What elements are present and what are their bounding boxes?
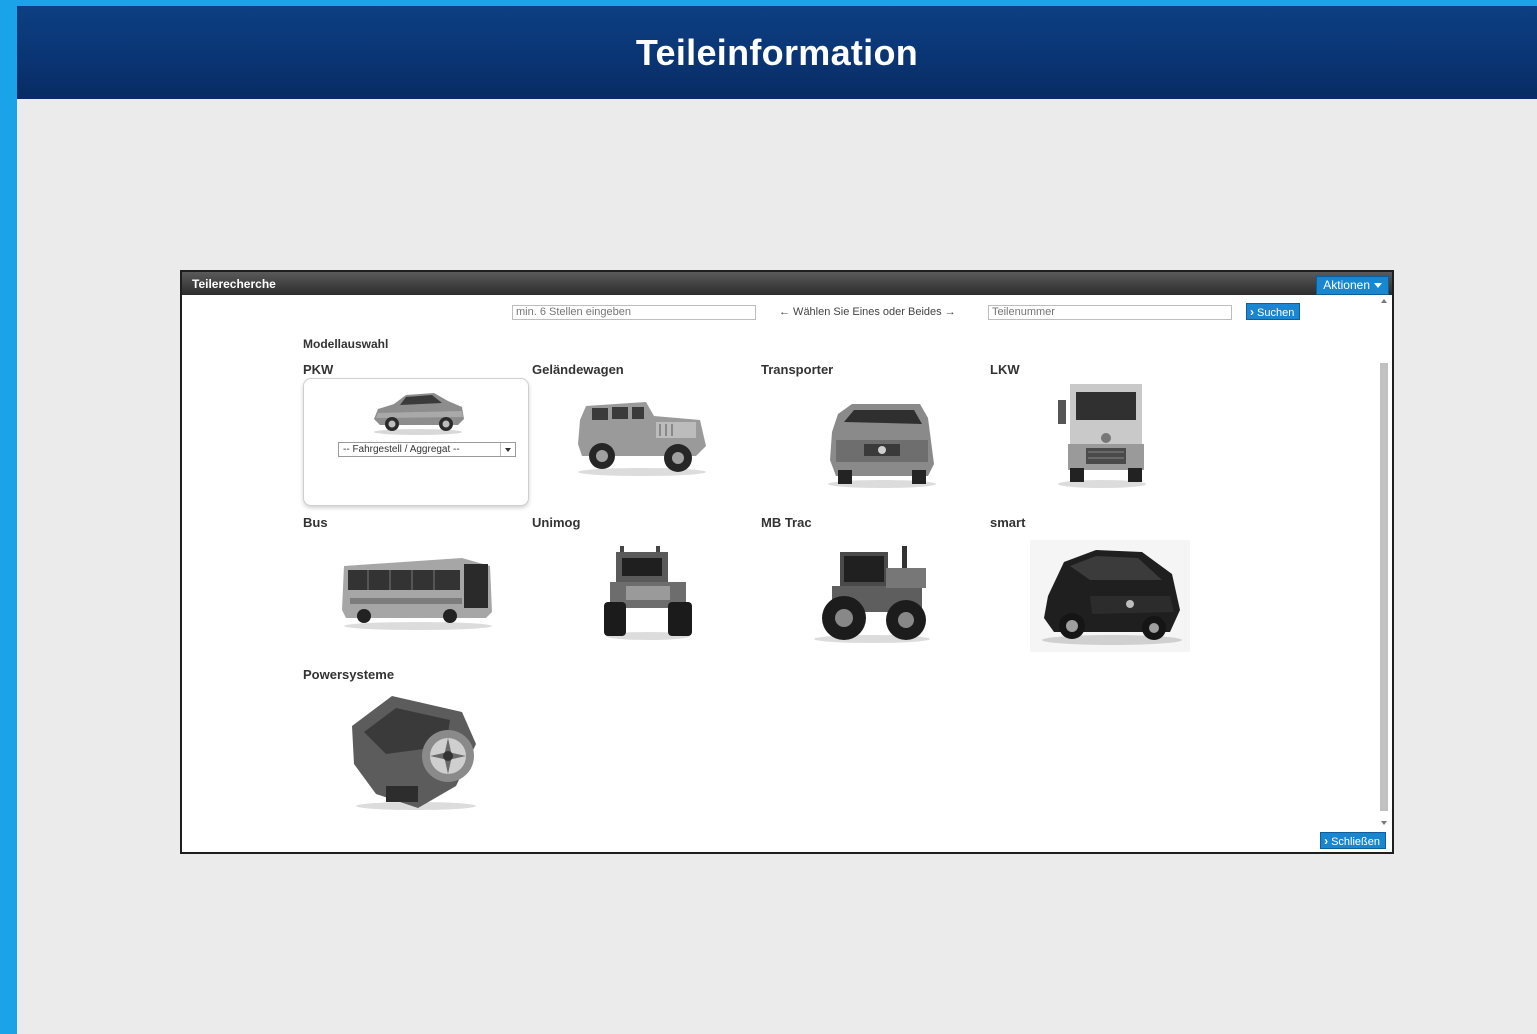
- chevron-right-icon: ›: [1324, 834, 1329, 848]
- category-label-smart: smart: [990, 515, 1026, 530]
- category-label-bus: Bus: [303, 515, 328, 530]
- dialog-titlebar: Teilerecherche Aktionen: [182, 272, 1392, 295]
- actions-menu-button[interactable]: Aktionen: [1316, 276, 1389, 295]
- van-icon[interactable]: [824, 400, 940, 490]
- dialog-title: Teilerecherche: [192, 277, 276, 291]
- vertical-scrollbar[interactable]: [1378, 297, 1390, 825]
- category-label-mbtrac: MB Trac: [761, 515, 812, 530]
- engine-icon[interactable]: [346, 690, 486, 812]
- tractor-icon[interactable]: [810, 546, 934, 644]
- left-frame-strip: [0, 0, 17, 1034]
- close-button[interactable]: › Schließen: [1320, 832, 1386, 849]
- pkw-card[interactable]: -- Fahrgestell / Aggregat --: [303, 378, 529, 506]
- search-button[interactable]: › Suchen: [1246, 303, 1301, 320]
- category-label-pkw: PKW: [303, 362, 334, 377]
- dropdown-arrow-icon: [500, 443, 515, 456]
- scrollbar-thumb[interactable]: [1380, 363, 1388, 811]
- header-banner: Teileinformation: [17, 6, 1537, 99]
- scroll-down-icon[interactable]: [1381, 821, 1387, 825]
- category-label-unimog: Unimog: [532, 515, 581, 530]
- caret-down-icon: [1374, 283, 1382, 289]
- chevron-right-icon: ›: [1250, 305, 1254, 319]
- select-value: -- Fahrgestell / Aggregat --: [343, 444, 460, 455]
- car-suv-icon[interactable]: [368, 385, 468, 437]
- unimog-icon[interactable]: [602, 544, 694, 642]
- category-label-gelaendewagen: Geländewagen: [532, 362, 624, 377]
- category-label-powersysteme: Powersysteme: [303, 667, 395, 682]
- part-number-input[interactable]: [988, 305, 1232, 320]
- chassis-aggregate-select[interactable]: -- Fahrgestell / Aggregat --: [338, 442, 516, 457]
- offroad-icon[interactable]: [572, 394, 712, 478]
- section-title: Modellauswahl: [303, 337, 389, 351]
- search-hint: ← Wählen Sie Eines oder Beides →: [779, 306, 956, 318]
- actions-label: Aktionen: [1323, 278, 1370, 292]
- parts-search-dialog: Teilerecherche Aktionen ← Wählen Sie Ein…: [180, 270, 1394, 854]
- category-label-lkw: LKW: [990, 362, 1020, 377]
- category-label-transporter: Transporter: [761, 362, 834, 377]
- search-button-label: Suchen: [1257, 307, 1295, 319]
- smart-car-icon[interactable]: [1030, 540, 1190, 652]
- bus-icon[interactable]: [340, 552, 496, 632]
- page-title: Teileinformation: [635, 31, 919, 73]
- scroll-up-icon[interactable]: [1381, 299, 1387, 303]
- truck-icon[interactable]: [1054, 380, 1150, 490]
- close-button-label: Schließen: [1331, 836, 1380, 848]
- vin-input[interactable]: [512, 305, 756, 320]
